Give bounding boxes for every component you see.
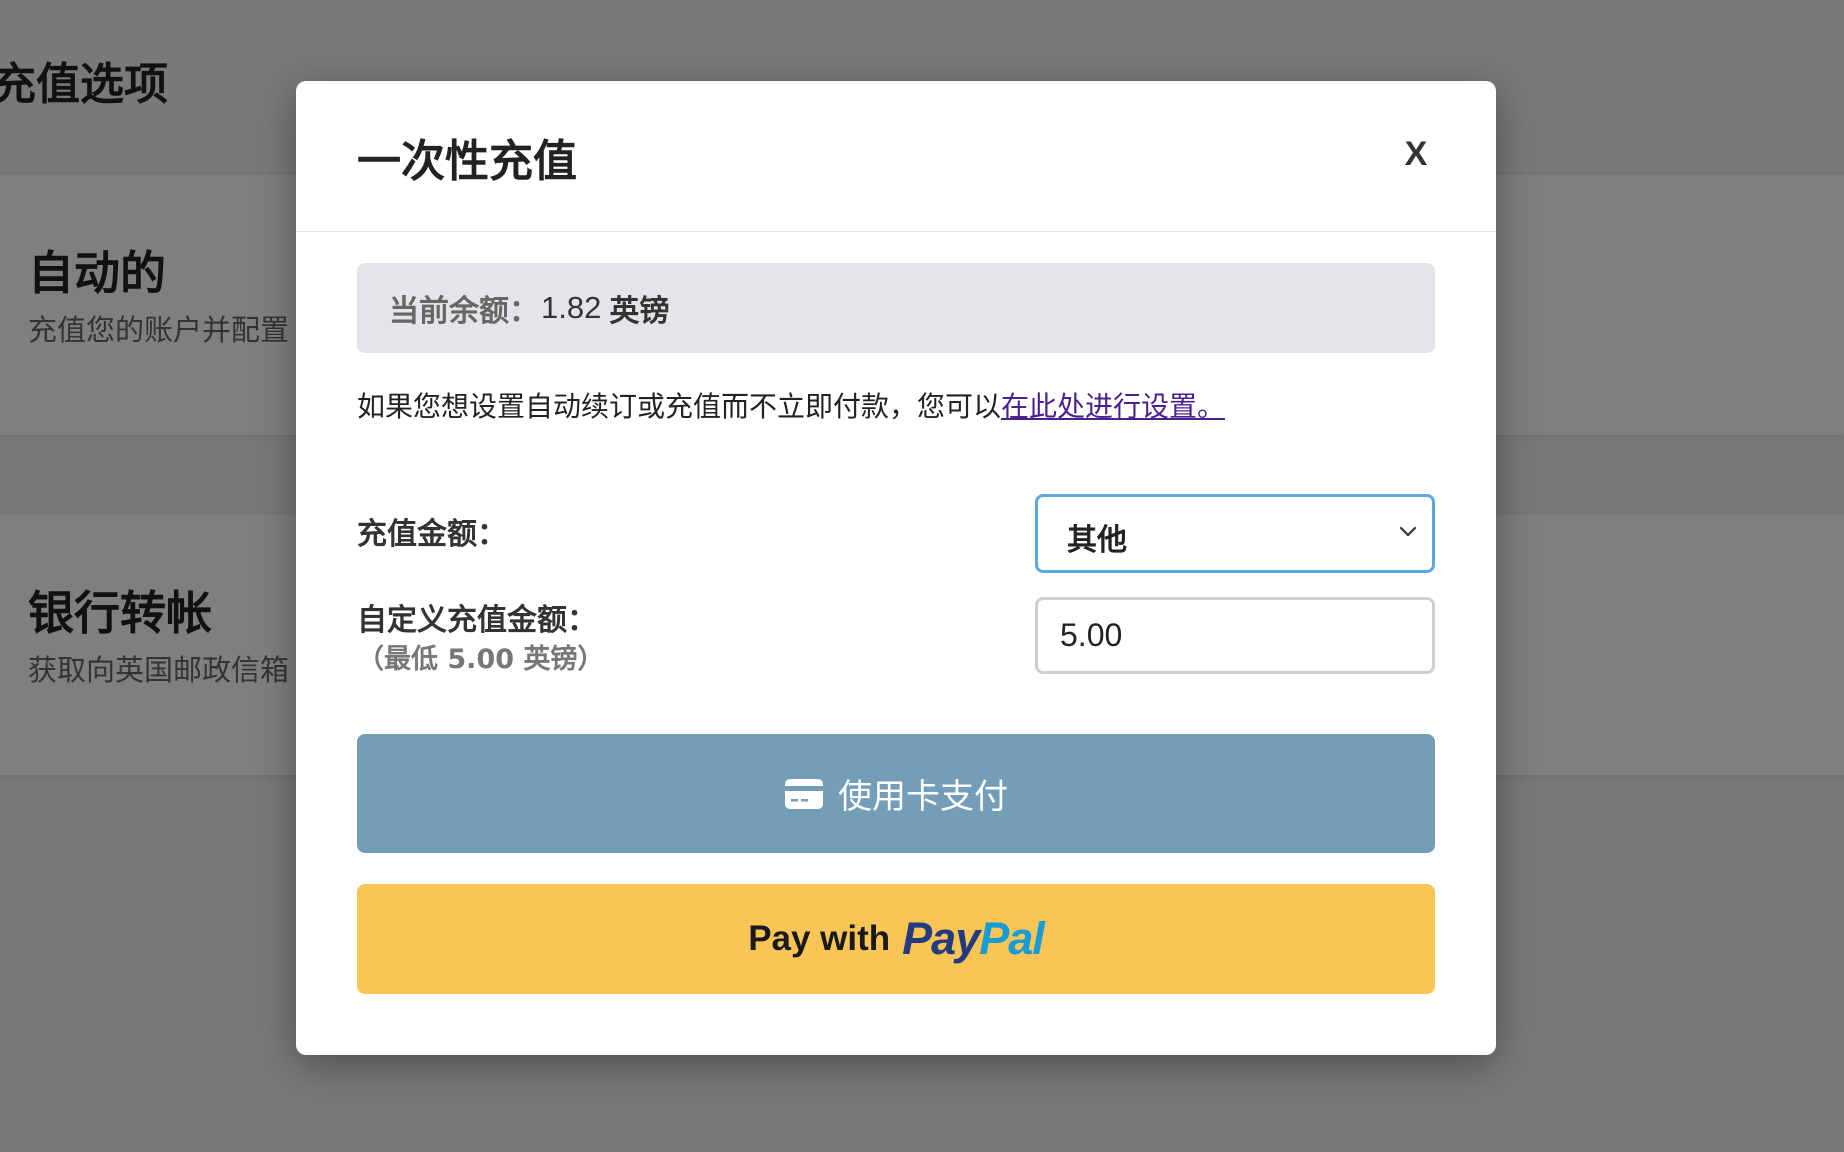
- paypal-prefix: Pay with: [748, 919, 891, 958]
- topup-modal: 一次性充值 X 当前余额： 1.82 英镑 如果您想设置自动续订或充值而不立即付…: [296, 81, 1496, 1055]
- amount-label: 充值金额：: [357, 517, 507, 552]
- balance-currency: 英镑: [609, 294, 670, 329]
- custom-amount-minimum: （最低 5.00 英镑）: [357, 644, 605, 675]
- close-icon: X: [1404, 134, 1428, 173]
- balance-amount: 1.82: [541, 290, 602, 325]
- chevron-down-icon: [1399, 526, 1417, 537]
- modal-header: 一次性充值 X: [296, 81, 1496, 232]
- amount-select[interactable]: 其他: [1035, 494, 1435, 573]
- pay-with-card-label: 使用卡支付: [838, 777, 1008, 817]
- paypal-logo: PayPal: [902, 913, 1045, 965]
- custom-amount-label: 自定义充值金额：: [357, 603, 597, 638]
- paypal-button[interactable]: Pay with PayPal: [357, 884, 1435, 994]
- pay-with-card-button[interactable]: 使用卡支付: [357, 734, 1435, 853]
- close-button[interactable]: X: [1391, 129, 1441, 179]
- custom-amount-input[interactable]: [1035, 597, 1435, 674]
- paypal-logo-pal: Pal: [979, 913, 1045, 964]
- current-balance-box: 当前余额： 1.82 英镑: [357, 263, 1435, 353]
- auto-renew-info: 如果您想设置自动续订或充值而不立即付款，您可以在此处进行设置。: [357, 385, 1225, 425]
- setup-here-link[interactable]: 在此处进行设置。: [1001, 390, 1225, 423]
- credit-card-icon: [785, 778, 823, 809]
- paypal-logo-pay: Pay: [902, 913, 980, 964]
- modal-title: 一次性充值: [357, 136, 577, 187]
- amount-select-value: 其他: [1067, 523, 1127, 558]
- balance-label: 当前余额：: [389, 294, 539, 329]
- info-text: 如果您想设置自动续订或充值而不立即付款，您可以: [357, 390, 1002, 423]
